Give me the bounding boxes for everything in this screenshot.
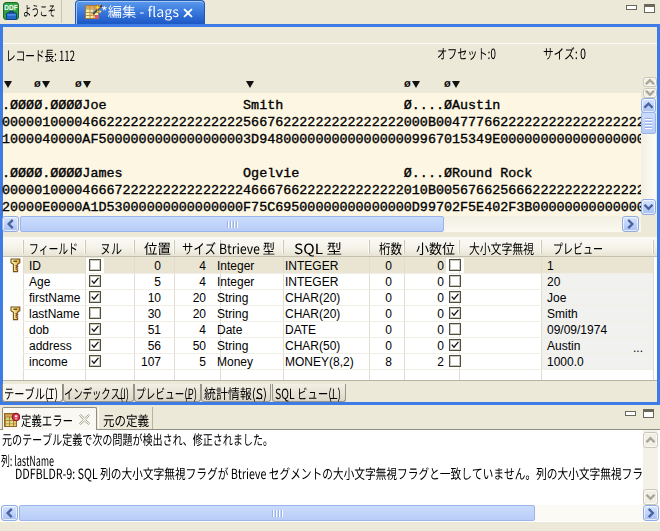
svg-text:DDF: DDF bbox=[4, 4, 17, 11]
